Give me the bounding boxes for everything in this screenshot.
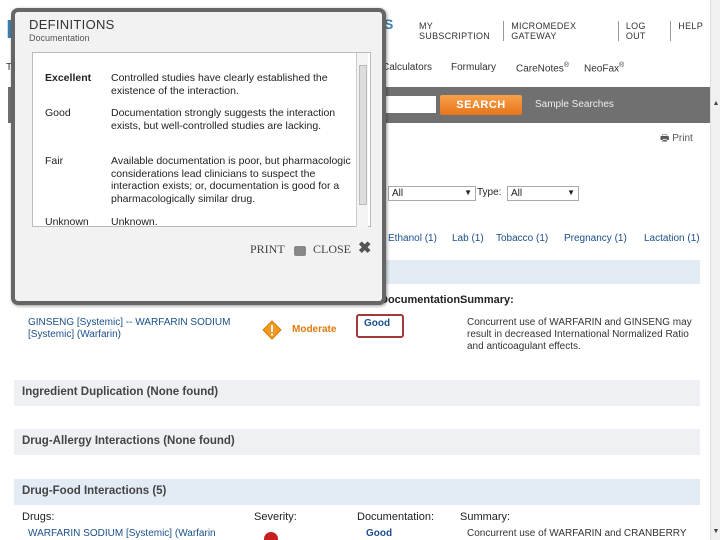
food-summary: Concurrent use of WARFARIN and CRANBERRY	[467, 528, 687, 539]
tab-calculators[interactable]: Calculators	[382, 62, 432, 73]
type-label: Type:	[477, 187, 502, 198]
major-severity-icon	[264, 532, 278, 540]
definitions-list: Excellent Controlled studies have clearl…	[32, 52, 371, 227]
interaction-drugs-link[interactable]: GINSENG [Systemic] -- WARFARIN SODIUM [S…	[28, 317, 258, 341]
modal-scroll-thumb[interactable]	[359, 65, 367, 205]
severity-moderate: Moderate	[292, 324, 337, 335]
modal-subtitle: Documentation	[29, 33, 90, 43]
print-link[interactable]: 🖶 Print	[660, 131, 693, 148]
modal-print-button[interactable]: PRINT	[250, 242, 285, 257]
printer-icon: 🖶	[660, 133, 673, 144]
documentation-good-link[interactable]: Good	[356, 314, 404, 338]
tab-formulary[interactable]: Formulary	[451, 62, 496, 73]
search-input[interactable]	[386, 96, 436, 113]
printer-icon[interactable]	[294, 246, 306, 256]
food-col-summary: Summary:	[460, 511, 511, 523]
scroll-down-icon[interactable]: ▼	[712, 528, 720, 538]
type-select[interactable]: All ▼	[507, 186, 579, 201]
close-icon[interactable]: ✖	[358, 238, 371, 258]
interaction-summary: Concurrent use of WARFARIN and GINSENG m…	[467, 317, 692, 352]
search-button[interactable]: SEARCH	[440, 95, 522, 115]
definitions-modal: DEFINITIONS Documentation Excellent Cont…	[11, 8, 386, 305]
ingredient-duplication-bar: Ingredient Duplication (None found)	[14, 380, 700, 406]
sample-searches-link[interactable]: Sample Searches	[535, 99, 614, 110]
food-col-drugs: Drugs:	[22, 511, 55, 523]
food-col-severity: Severity:	[254, 511, 297, 523]
page-scrollbar[interactable]: ▲ ▼	[710, 0, 720, 540]
top-links: MY SUBSCRIPTION MICROMEDEX GATEWAY LOG O…	[412, 21, 710, 41]
severity-select[interactable]: All ▼	[388, 186, 476, 201]
tab-carenotes[interactable]: CareNotes®	[516, 62, 569, 74]
modal-title: DEFINITIONS	[29, 17, 115, 32]
count-ethanol[interactable]: Ethanol (1)	[388, 233, 437, 244]
drug-food-bar: Drug-Food Interactions (5)	[14, 479, 700, 505]
food-col-documentation: Documentation:	[357, 511, 435, 523]
scroll-up-icon[interactable]: ▲	[712, 100, 720, 110]
moderate-severity-icon	[262, 320, 282, 340]
my-subscription-link[interactable]: MY SUBSCRIPTION	[412, 21, 503, 41]
count-lab[interactable]: Lab (1)	[452, 233, 484, 244]
chevron-down-icon: ▼	[567, 188, 575, 197]
col-documentation: Documentation:	[380, 294, 464, 306]
food-doc-link[interactable]: Good	[366, 528, 392, 539]
micromedex-gateway-link[interactable]: MICROMEDEX GATEWAY	[503, 21, 618, 41]
count-tobacco[interactable]: Tobacco (1)	[496, 233, 548, 244]
tab-neofax[interactable]: NeoFax®	[584, 62, 624, 74]
food-row-partial: WARFARIN SODIUM [Systemic] (Warfarin Goo…	[0, 528, 720, 540]
log-out-link[interactable]: LOG OUT	[617, 21, 670, 41]
count-lactation[interactable]: Lactation (1)	[644, 233, 700, 244]
modal-close-button[interactable]: CLOSE	[313, 242, 351, 257]
food-drug-link[interactable]: WARFARIN SODIUM [Systemic] (Warfarin	[28, 528, 216, 539]
col-summary: Summary:	[460, 294, 514, 306]
help-link[interactable]: HELP	[670, 21, 710, 41]
chevron-down-icon: ▼	[464, 188, 472, 197]
drug-allergy-bar: Drug-Allergy Interactions (None found)	[14, 429, 700, 455]
count-pregnancy[interactable]: Pregnancy (1)	[564, 233, 627, 244]
modal-scrollbar[interactable]	[356, 53, 368, 227]
